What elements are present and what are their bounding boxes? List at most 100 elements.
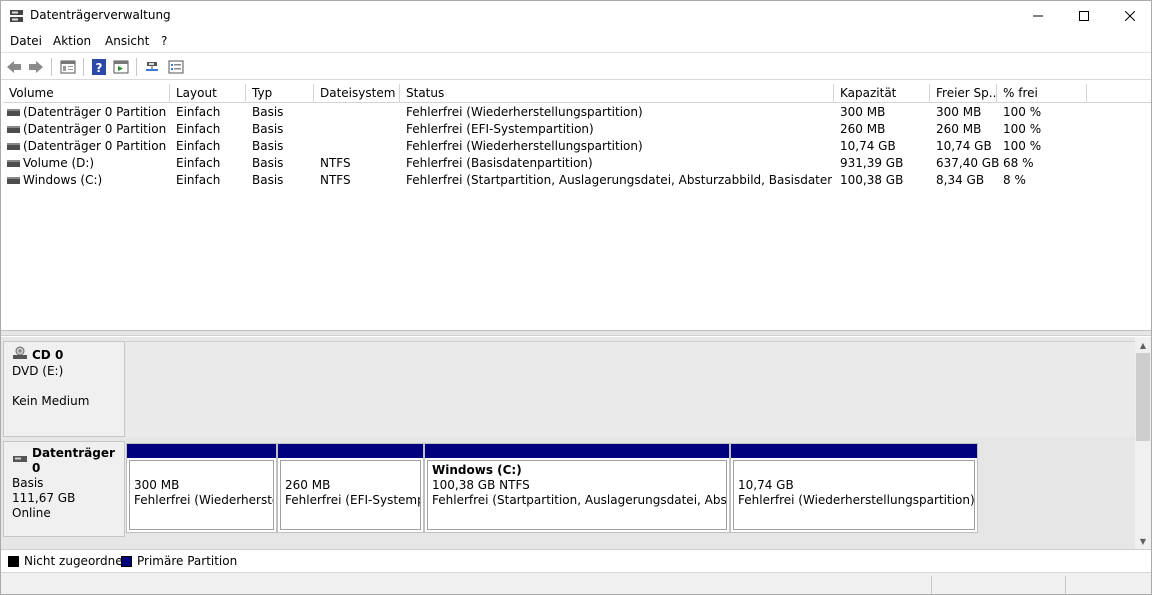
table-row[interactable]: (Datenträger 0 Partition 2) Einfach Basi… [1,121,1151,138]
partition-recovery-5[interactable]: 10,74 GB Fehlerfrei (Wiederherstellungsp… [730,443,978,533]
column-header-dateisystem[interactable]: Dateisystem [314,84,400,103]
cell-freier-speicher: 260 MB [936,122,982,136]
partition-size: 300 MB [134,478,180,492]
back-icon[interactable] [5,58,23,76]
volume-icon [7,143,20,150]
column-header-layout[interactable]: Layout [170,84,246,103]
cell-prozent-frei: 8 % [1003,173,1026,187]
table-row[interactable]: Volume (D:) Einfach Basis NTFS Fehlerfre… [1,155,1151,172]
volume-icon [7,126,20,133]
cd-name: CD 0 [32,347,64,362]
partition-efi[interactable]: 260 MB Fehlerfrei (EFI-Systempar [277,443,424,533]
disk0-name: Datenträger 0 [32,446,115,475]
partition-info: Windows (C:) 100,38 GB NTFS Fehlerfrei (… [427,460,727,530]
app-icon [9,9,24,23]
toolbar: ? [1,54,1151,80]
cell-kapazitaet: 260 MB [840,122,886,136]
svg-text:?: ? [96,61,103,75]
title-bar: Datenträgerverwaltung [1,1,1151,31]
disk-icon [12,453,28,469]
cd-icon [12,346,28,364]
primary-partition-bar [425,444,729,458]
cd-label[interactable]: CD 0 DVD (E:) Kein Medium [3,341,125,437]
cell-typ: Basis [252,139,284,153]
vertical-scrollbar[interactable]: ▲ ▼ [1135,337,1151,549]
pane-splitter[interactable] [1,331,1151,336]
primary-partition-bar [731,444,977,458]
cd-body[interactable] [126,341,1135,437]
scroll-down-icon[interactable]: ▼ [1135,534,1151,548]
partition-title [134,463,269,478]
status-separator [931,576,932,594]
disk0-state: Online [12,506,51,520]
cell-prozent-frei: 100 % [1003,105,1042,119]
menu-bar: Datei Aktion Ansicht ? [1,31,1151,53]
column-header-freier-speicher[interactable]: Freier Sp... [930,84,997,103]
volume-icon [7,109,20,116]
menu-ansicht[interactable]: Ansicht [105,34,149,48]
cell-status: Fehlerfrei (Wiederherstellungspartition) [406,105,643,119]
cell-prozent-frei: 100 % [1003,139,1042,153]
disk0-label[interactable]: Datenträger 0 Basis 111,67 GB Online [3,441,125,537]
cell-freier-speicher: 637,40 GB [936,156,1000,170]
legend: Nicht zugeordnet Primäre Partition [1,549,1151,571]
toolbar-separator [136,58,137,76]
partition-windows-c[interactable]: Windows (C:) 100,38 GB NTFS Fehlerfrei (… [424,443,730,533]
minimize-button[interactable] [1015,1,1061,31]
partition-recovery-1[interactable]: 300 MB Fehlerfrei (Wiederherstellu [126,443,277,533]
partition-size: 260 MB [285,478,331,492]
close-button[interactable] [1107,1,1152,31]
cell-kapazitaet: 931,39 GB [840,156,904,170]
legend-primary: Primäre Partition [137,554,238,568]
forward-icon[interactable] [27,58,45,76]
cell-typ: Basis [252,105,284,119]
primary-partition-bar [278,444,423,458]
maximize-button[interactable] [1061,1,1107,31]
app-window: Datenträgerverwaltung Datei Aktion Ansic… [0,0,1152,595]
partition-info: 300 MB Fehlerfrei (Wiederherstellu [129,460,274,530]
cell-status: Fehlerfrei (EFI-Systempartition) [406,122,594,136]
menu-datei[interactable]: Datei [10,34,42,48]
cell-status: Fehlerfrei (Startpartition, Auslagerungs… [406,173,832,187]
cell-status: Fehlerfrei (Basisdatenpartition) [406,156,593,170]
disk0-size: 111,67 GB [12,491,76,505]
table-row[interactable]: Windows (C:) Einfach Basis NTFS Fehlerfr… [1,172,1151,189]
scroll-thumb[interactable] [1136,353,1150,441]
scroll-up-icon[interactable]: ▲ [1135,338,1151,352]
cell-volume: (Datenträger 0 Partition 2) [23,122,170,136]
status-bar [1,572,1151,594]
toolbar-separator [51,58,52,76]
partition-status: Fehlerfrei (Wiederherstellungspartition) [738,493,975,507]
menu-help[interactable]: ? [161,34,167,48]
menu-aktion[interactable]: Aktion [53,34,91,48]
table-row[interactable]: (Datenträger 0 Partition 1) Einfach Basi… [1,104,1151,121]
column-header-prozent-frei[interactable]: % frei [997,84,1087,103]
column-header-status[interactable]: Status [400,84,834,103]
cell-layout: Einfach [176,139,221,153]
cell-prozent-frei: 68 % [1003,156,1034,170]
cell-layout: Einfach [176,156,221,170]
column-header-volume[interactable]: Volume [3,84,170,103]
partition-status: Fehlerfrei (EFI-Systempar [285,493,420,507]
partition-title [285,463,416,478]
list-icon[interactable] [167,58,185,76]
volume-list[interactable]: Volume Layout Typ Dateisystem Status Kap… [1,84,1151,331]
connect-icon[interactable] [143,58,161,76]
column-header-typ[interactable]: Typ [246,84,314,103]
cell-volume: Windows (C:) [23,173,103,187]
cell-typ: Basis [252,122,284,136]
table-row[interactable]: (Datenträger 0 Partition 5) Einfach Basi… [1,138,1151,155]
partition-info: 260 MB Fehlerfrei (EFI-Systempar [280,460,421,530]
help-icon[interactable]: ? [90,58,108,76]
cell-layout: Einfach [176,173,221,187]
cell-freier-speicher: 300 MB [936,105,982,119]
partition-size: 10,74 GB [738,478,794,492]
cell-dateisystem: NTFS [320,156,351,170]
column-header-kapazitaet[interactable]: Kapazität [834,84,930,103]
console-icon[interactable] [112,58,130,76]
partition-status: Fehlerfrei (Startpartition, Auslagerungs… [432,493,727,507]
properties-icon[interactable] [59,58,77,76]
cell-typ: Basis [252,173,284,187]
status-separator [1065,576,1066,594]
cell-typ: Basis [252,156,284,170]
